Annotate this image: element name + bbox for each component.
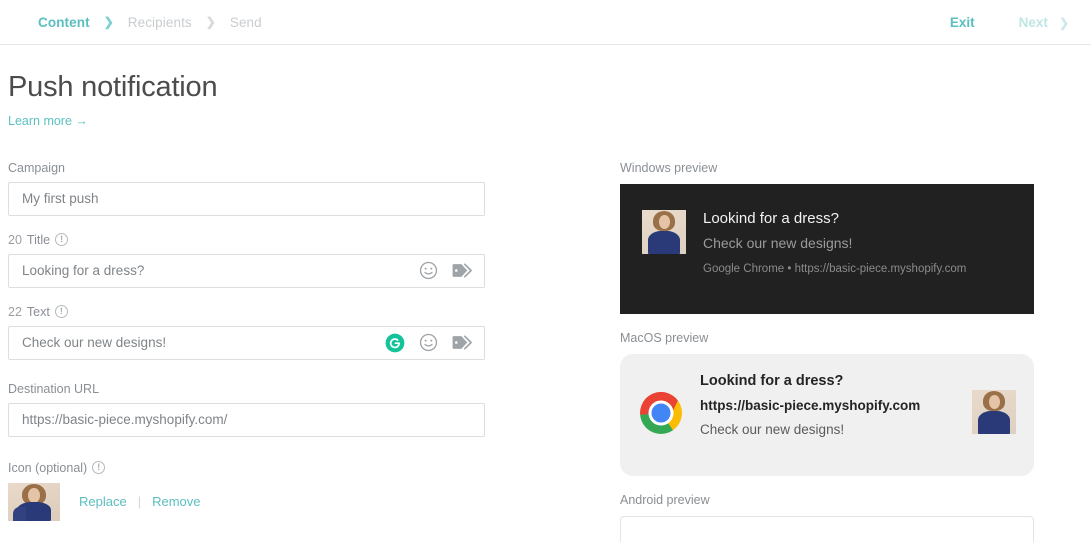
learn-more-link[interactable]: Learn more → (8, 114, 88, 128)
icon-actions: Replace | Remove (79, 494, 201, 509)
field-destination-url: Destination URL (8, 382, 620, 437)
page-title: Push notification (8, 71, 218, 103)
grammarly-icon[interactable] (385, 333, 405, 353)
destination-url-label-text: Destination URL (8, 381, 100, 396)
destination-url-label: Destination URL (8, 382, 620, 396)
top-navigation-actions: Exit Next ❯ (950, 0, 1069, 45)
android-preview-card (620, 515, 1034, 542)
destination-url-input[interactable] (8, 402, 485, 437)
next-button[interactable]: Next ❯ (1019, 15, 1069, 30)
macos-preview-card: Lookind for a dress? https://basic-piece… (620, 353, 1034, 476)
field-text: 22 Text ! (8, 305, 620, 360)
preview-panel: Windows preview Lookind for a dress? Che… (620, 161, 1091, 542)
campaign-label: Campaign (8, 161, 620, 175)
windows-preview-body: Check our new designs! (703, 234, 853, 251)
text-label-text: Text (26, 304, 50, 319)
title-label-text: Title (26, 232, 51, 247)
macos-preview-title: Lookind for a dress? (700, 372, 844, 389)
windows-preview-meta: Google Chrome • https://basic-piece.mysh… (703, 262, 967, 275)
chevron-right-icon: ❯ (1058, 15, 1069, 30)
remove-icon-button[interactable]: Remove (152, 494, 200, 509)
chevron-right-icon: ❯ (205, 15, 216, 29)
chrome-logo-icon (640, 391, 682, 434)
info-icon[interactable]: ! (54, 305, 68, 319)
text-label: 22 Text ! (8, 305, 620, 319)
title-input-wrap (8, 253, 485, 288)
windows-preview-card: Lookind for a dress? Check our new desig… (620, 183, 1034, 314)
title-input[interactable] (8, 253, 485, 288)
top-navigation-bar: Content ❯ Recipients ❯ Send Exit Next ❯ (0, 0, 1091, 45)
windows-preview-label: Windows preview (620, 160, 718, 175)
macos-preview-url: https://basic-piece.myshopify.com (700, 397, 921, 413)
breadcrumb-step-send[interactable]: Send (230, 15, 262, 30)
macos-preview-text: Lookind for a dress? https://basic-piece… (700, 372, 960, 439)
icon-label: Icon (optional) ! (8, 461, 620, 475)
title-char-count: 20 (8, 232, 22, 247)
icon-thumbnail (8, 482, 60, 521)
macos-preview-body: Check our new designs! (700, 421, 845, 437)
main-content: Campaign 20 Title ! (0, 130, 1091, 542)
destination-url-input-wrap (8, 402, 485, 437)
windows-preview-thumbnail (642, 209, 686, 254)
exit-button[interactable]: Exit (950, 15, 975, 30)
breadcrumb: Content ❯ Recipients ❯ Send (38, 15, 262, 30)
tag-icon[interactable] (452, 262, 473, 279)
breadcrumb-step-content[interactable]: Content (38, 15, 90, 30)
text-input-wrap (8, 325, 485, 360)
text-input-icons (385, 326, 473, 360)
info-icon[interactable]: ! (55, 233, 69, 247)
windows-preview-group: Windows preview Lookind for a dress? Che… (620, 161, 1091, 314)
campaign-input-wrap (8, 181, 485, 216)
breadcrumb-step-recipients[interactable]: Recipients (128, 15, 192, 30)
action-divider: | (137, 494, 142, 510)
icon-label-text: Icon (optional) (8, 460, 88, 475)
field-title: 20 Title ! (8, 233, 620, 288)
icon-row: Replace | Remove (8, 482, 620, 521)
info-icon[interactable]: ! (92, 461, 106, 475)
campaign-form: Campaign 20 Title ! (8, 161, 620, 542)
campaign-input[interactable] (8, 181, 485, 216)
field-campaign: Campaign (8, 161, 620, 216)
text-char-count: 22 (8, 304, 22, 319)
page-header: Push notification Learn more → (0, 45, 1091, 130)
emoji-icon[interactable] (419, 261, 438, 280)
tag-icon[interactable] (452, 334, 473, 351)
macos-preview-thumbnail (972, 389, 1016, 434)
macos-preview-group: MacOS preview Lookind for a dress? https… (620, 331, 1091, 476)
title-label: 20 Title ! (8, 233, 620, 247)
replace-icon-button[interactable]: Replace (79, 494, 127, 509)
next-button-label: Next (1018, 15, 1048, 30)
android-preview-label: Android preview (620, 492, 710, 507)
windows-preview-text: Lookind for a dress? Check our new desig… (703, 210, 966, 314)
android-preview-group: Android preview (620, 493, 1091, 542)
campaign-label-text: Campaign (8, 160, 65, 175)
macos-preview-label: MacOS preview (620, 330, 709, 345)
chevron-right-icon: ❯ (103, 15, 114, 29)
windows-preview-title: Lookind for a dress? (703, 209, 839, 227)
title-input-icons (419, 254, 473, 288)
emoji-icon[interactable] (419, 333, 438, 352)
field-icon: Icon (optional) ! Replace | Remove (8, 461, 620, 521)
